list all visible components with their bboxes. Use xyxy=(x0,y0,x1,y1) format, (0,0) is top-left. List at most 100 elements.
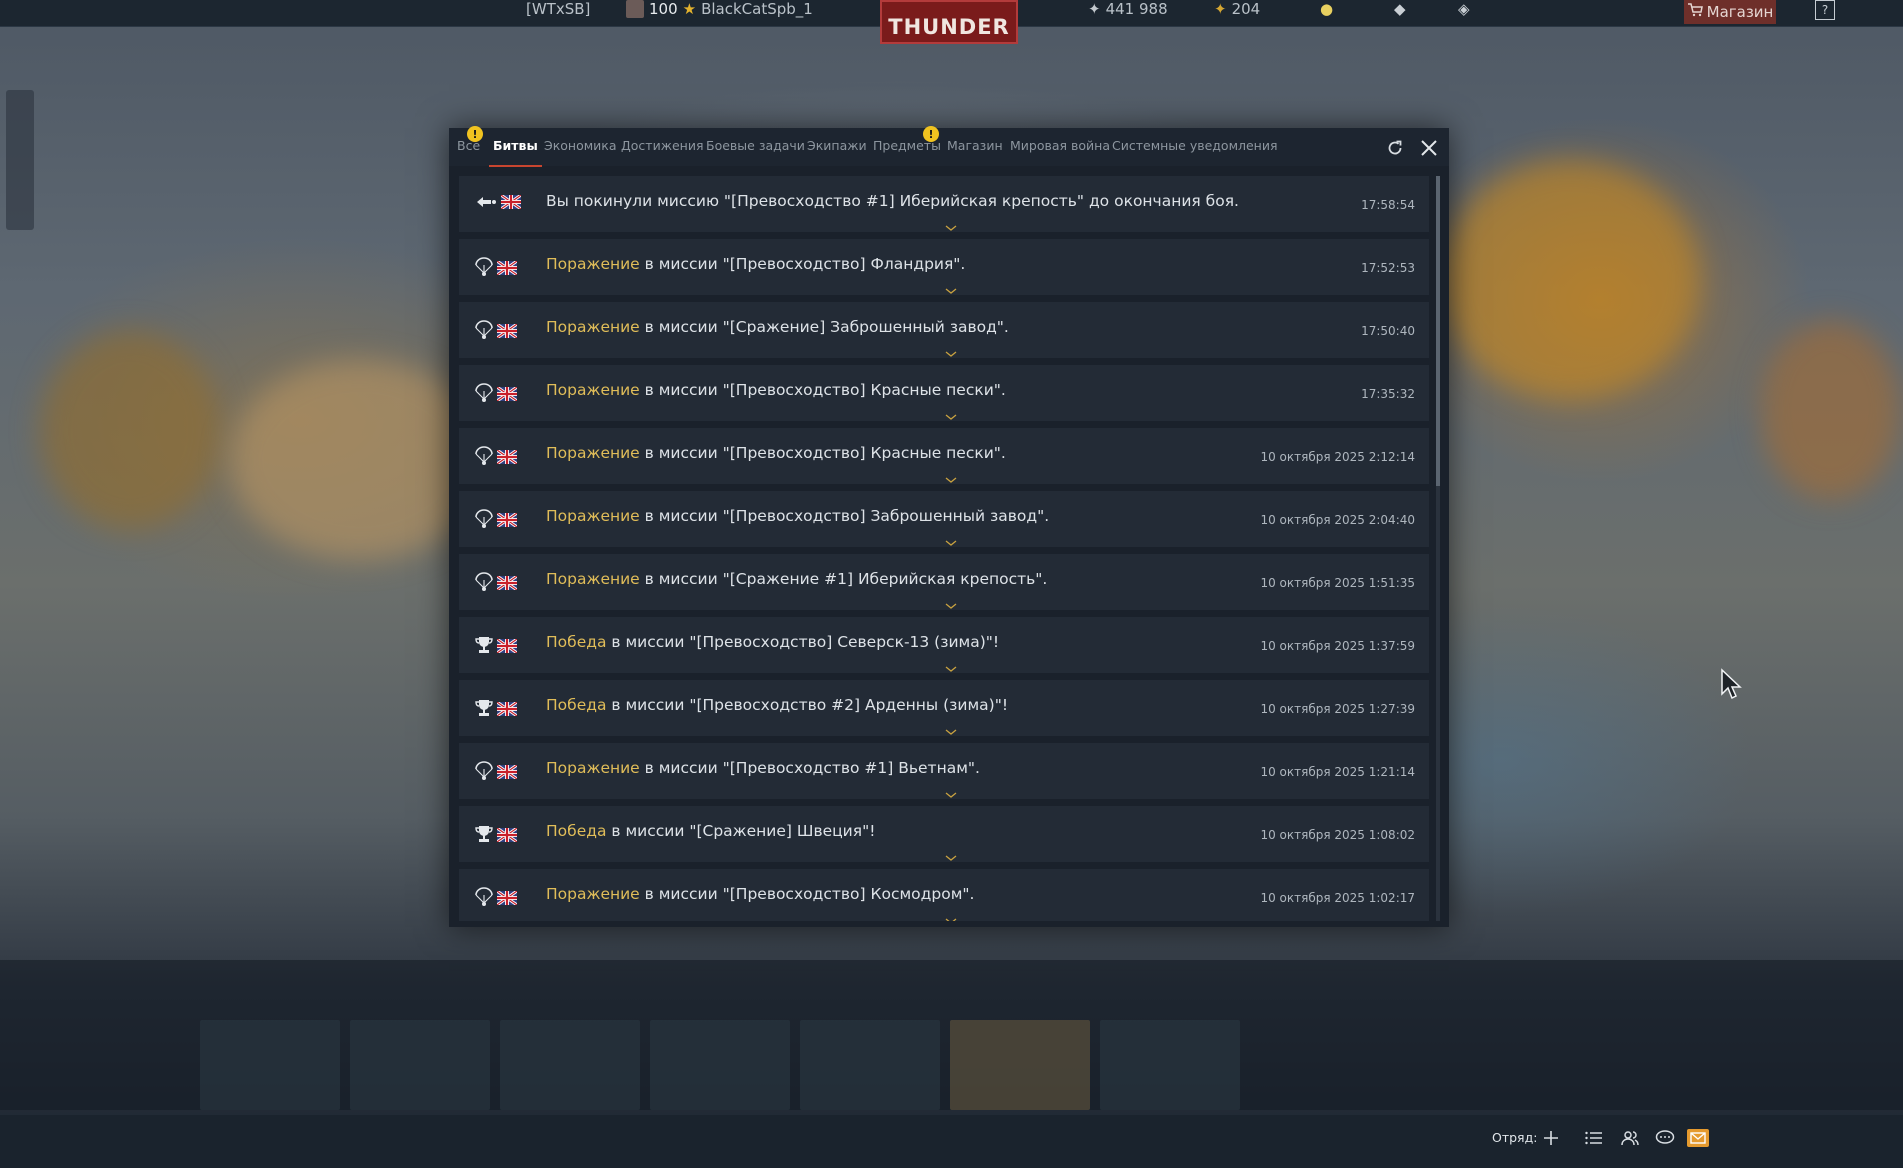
message-text: в миссии "[Сражение] Заброшенный завод". xyxy=(639,318,1009,336)
clan-tag[interactable]: [WTxSB] xyxy=(526,0,590,18)
battle-result[interactable]: Поражение xyxy=(546,381,640,399)
background-tree xyxy=(40,330,220,530)
help-button[interactable]: ? xyxy=(1815,0,1835,20)
tab-battle-tasks[interactable]: Боевые задачи xyxy=(706,138,805,160)
notification-message: Поражение в миссии "[Превосходство] Крас… xyxy=(546,444,1006,462)
mail-button[interactable] xyxy=(1687,1129,1709,1147)
chat-button[interactable] xyxy=(1653,1127,1677,1149)
notification-row[interactable]: Поражение в миссии "[Превосходство] Косм… xyxy=(459,869,1429,921)
expand-chevron-icon[interactable] xyxy=(945,342,957,357)
tab-battles[interactable]: Битвы xyxy=(489,138,542,167)
vehicle-slot[interactable] xyxy=(800,1020,940,1110)
battle-result[interactable]: Поражение xyxy=(546,318,640,336)
parachute-icon xyxy=(475,257,493,281)
row-icons xyxy=(475,635,518,659)
refresh-button[interactable] xyxy=(1383,136,1407,160)
expand-chevron-icon[interactable] xyxy=(945,657,957,672)
expand-chevron-icon[interactable] xyxy=(945,783,957,798)
notification-row[interactable]: Поражение в миссии "[Превосходство] Забр… xyxy=(459,491,1429,547)
golden-eagles[interactable]: ✦ 204 xyxy=(1214,0,1260,18)
timestamp: 10 октября 2025 1:02:17 xyxy=(1260,891,1415,905)
message-text: в миссии "[Превосходство] Космодром". xyxy=(639,885,975,903)
battle-pass-icon[interactable]: ◈ xyxy=(1458,0,1470,18)
vehicle-slot[interactable] xyxy=(650,1020,790,1110)
vehicle-slot[interactable] xyxy=(500,1020,640,1110)
close-button[interactable] xyxy=(1417,136,1441,160)
notification-row[interactable]: Поражение в миссии "[Превосходство] Крас… xyxy=(459,428,1429,484)
battle-result[interactable]: Поражение xyxy=(546,759,640,777)
message-text: Вы покинули миссию "[Превосходство #1] И… xyxy=(546,192,1239,210)
message-text: в миссии "[Превосходство] Северск-13 (зи… xyxy=(606,633,1000,651)
wallet-icon[interactable]: ◆ xyxy=(1394,0,1406,18)
notification-row[interactable]: Поражение в миссии "[Превосходство] Крас… xyxy=(459,365,1429,421)
notification-row[interactable]: Победа в миссии "[Превосходство #2] Арде… xyxy=(459,680,1429,736)
expand-chevron-icon[interactable] xyxy=(945,720,957,735)
parachute-icon xyxy=(475,572,493,596)
notification-row[interactable]: Вы покинули миссию "[Превосходство #1] И… xyxy=(459,176,1429,232)
row-icons xyxy=(475,572,518,596)
expand-chevron-icon[interactable] xyxy=(945,405,957,420)
avatar[interactable] xyxy=(626,0,644,18)
battle-result[interactable]: Поражение xyxy=(546,507,640,525)
uk-flag-icon xyxy=(496,826,518,846)
notification-message: Поражение в миссии "[Превосходство] Забр… xyxy=(546,507,1049,525)
scrollbar[interactable] xyxy=(1436,176,1440,921)
vehicle-slot[interactable] xyxy=(1100,1020,1240,1110)
vehicle-slot[interactable] xyxy=(950,1020,1090,1110)
row-icons xyxy=(475,446,518,470)
tab-economy[interactable]: Экономика xyxy=(544,138,617,160)
expand-chevron-icon[interactable] xyxy=(945,531,957,546)
message-text: в миссии "[Превосходство #2] Арденны (зи… xyxy=(606,696,1009,714)
scrollbar-thumb[interactable] xyxy=(1436,176,1440,486)
battle-result[interactable]: Поражение xyxy=(546,444,640,462)
shop-button[interactable]: Магазин xyxy=(1684,0,1776,24)
notification-row[interactable]: Победа в миссии "[Превосходство] Северск… xyxy=(459,617,1429,673)
notification-list[interactable]: Вы покинули миссию "[Превосходство #1] И… xyxy=(459,176,1429,921)
chat-icon xyxy=(1655,1130,1675,1144)
battle-result[interactable]: Поражение xyxy=(546,255,640,273)
star-icon: ★ xyxy=(682,0,697,18)
tab-crews[interactable]: Экипажи xyxy=(807,138,867,160)
shop-label: Магазин xyxy=(1706,3,1774,21)
timestamp: 17:50:40 xyxy=(1361,324,1415,338)
battle-result[interactable]: Поражение xyxy=(546,885,640,903)
notification-row[interactable]: Поражение в миссии "[Сражение #1] Иберий… xyxy=(459,554,1429,610)
tab-shop[interactable]: Магазин xyxy=(947,138,1003,160)
notification-message: Вы покинули миссию "[Превосходство #1] И… xyxy=(546,192,1239,210)
message-text: в миссии "[Превосходство] Красные пески"… xyxy=(639,444,1006,462)
silver-lions[interactable]: ✦ 441 988 xyxy=(1088,0,1168,18)
list-button[interactable] xyxy=(1582,1127,1606,1149)
expand-chevron-icon[interactable] xyxy=(945,594,957,609)
vehicle-slot[interactable] xyxy=(200,1020,340,1110)
battle-result[interactable]: Поражение xyxy=(546,570,640,588)
lightbulb-icon[interactable]: ● xyxy=(1320,0,1333,18)
contacts-button[interactable] xyxy=(1618,1127,1642,1149)
battle-result[interactable]: Победа xyxy=(546,822,606,840)
tab-world-war[interactable]: Мировая война xyxy=(1010,138,1110,160)
uk-flag-icon xyxy=(496,574,518,594)
notification-row[interactable]: Победа в миссии "[Сражение] Швеция"! 10 о… xyxy=(459,806,1429,862)
profile-info[interactable]: 100 ★ BlackCatSpb_1 xyxy=(626,0,813,18)
row-icons xyxy=(475,193,522,213)
battle-result[interactable]: Победа xyxy=(546,633,606,651)
alert-badge-icon: ! xyxy=(467,126,483,142)
notification-row[interactable]: Поражение в миссии "[Превосходство] Флан… xyxy=(459,239,1429,295)
timestamp: 10 октября 2025 1:21:14 xyxy=(1260,765,1415,779)
uk-flag-icon xyxy=(496,322,518,342)
parachute-icon xyxy=(475,320,493,344)
battle-result[interactable]: Победа xyxy=(546,696,606,714)
expand-chevron-icon[interactable] xyxy=(945,909,957,921)
notification-row[interactable]: Поражение в миссии "[Превосходство #1] В… xyxy=(459,743,1429,799)
tab-achievements[interactable]: Достижения xyxy=(621,138,703,160)
expand-chevron-icon[interactable] xyxy=(945,468,957,483)
level-value: 100 xyxy=(649,0,678,18)
game-logo[interactable]: THUNDER xyxy=(880,0,1018,44)
background-tree xyxy=(1760,320,1900,500)
expand-chevron-icon[interactable] xyxy=(945,846,957,861)
expand-chevron-icon[interactable] xyxy=(945,279,957,294)
notification-row[interactable]: Поражение в миссии "[Сражение] Заброшенн… xyxy=(459,302,1429,358)
expand-chevron-icon[interactable] xyxy=(945,216,957,231)
add-squad-button[interactable] xyxy=(1539,1127,1563,1149)
tab-system-notifications[interactable]: Системные уведомления xyxy=(1112,138,1278,160)
vehicle-slot[interactable] xyxy=(350,1020,490,1110)
